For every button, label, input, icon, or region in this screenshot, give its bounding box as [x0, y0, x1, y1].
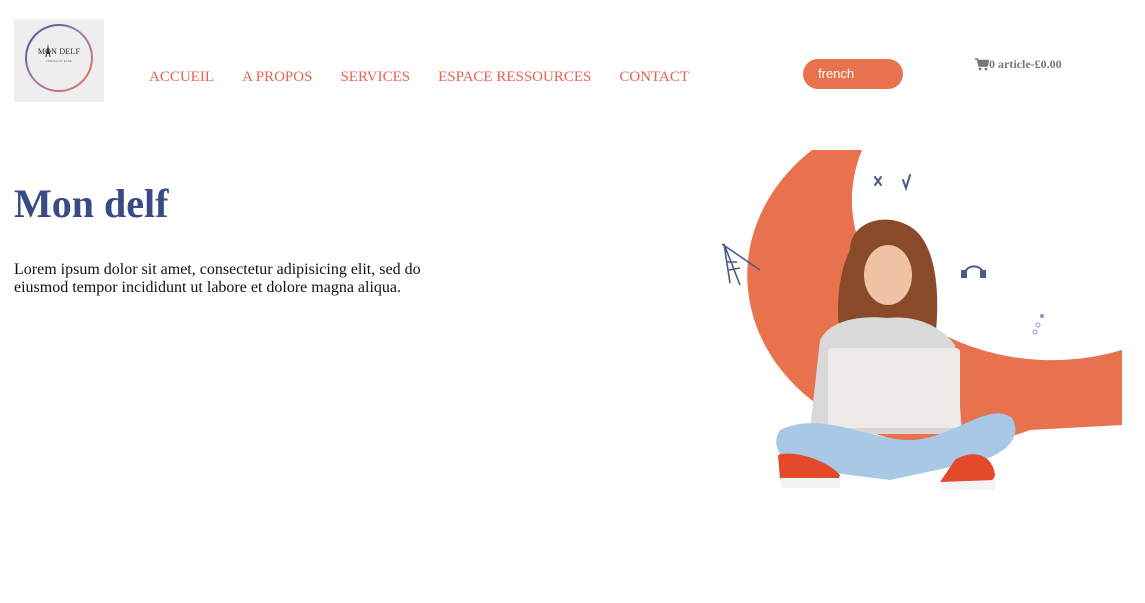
logo-tagline: FRENCH AT EASE — [46, 59, 72, 63]
nav-item-services[interactable]: SERVICES — [340, 68, 410, 86]
page: MON DELF FRENCH AT EASE ACCUEIL A PROPOS… — [0, 0, 1145, 603]
main-nav: ACCUEIL A PROPOS SERVICES ESPACE RESSOUR… — [149, 68, 717, 86]
cart-icon — [975, 58, 989, 71]
logo-ring — [25, 24, 93, 92]
cart-link[interactable]: 0 article-£0.00 — [975, 57, 1062, 72]
hero-title: Mon delf — [14, 181, 169, 226]
nav-item-accueil[interactable]: ACCUEIL — [149, 68, 214, 86]
search-input[interactable] — [803, 59, 903, 89]
cart-summary: 0 article-£0.00 — [989, 57, 1062, 71]
logo-text: MON DELF — [37, 47, 81, 56]
hero-illustration — [721, 150, 1122, 490]
hero-description: Lorem ipsum dolor sit amet, consectetur … — [14, 261, 421, 296]
nav-item-contact[interactable]: CONTACT — [619, 68, 689, 86]
nav-item-espace-ressources[interactable]: ESPACE RESSOURCES — [438, 68, 591, 86]
site-logo[interactable]: MON DELF FRENCH AT EASE — [14, 19, 104, 102]
nav-item-a-propos[interactable]: A PROPOS — [242, 68, 312, 86]
